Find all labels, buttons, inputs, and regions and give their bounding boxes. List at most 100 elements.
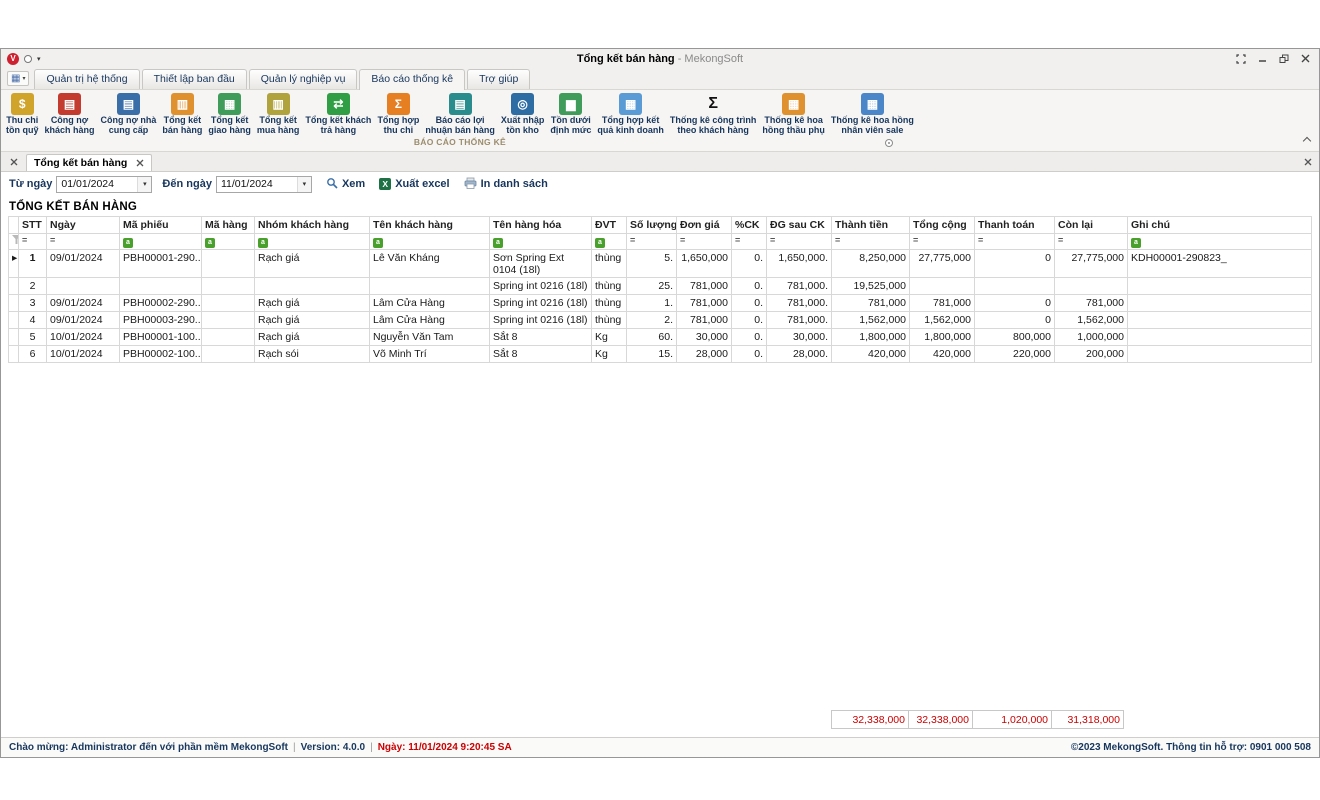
- cell-nhom_kh[interactable]: Rạch giá: [255, 329, 370, 346]
- cell-ten_kh[interactable]: Lâm Cửa Hàng: [370, 312, 490, 329]
- cell-con_lai[interactable]: 1,562,000: [1055, 312, 1128, 329]
- cell-ghi_chu[interactable]: [1128, 329, 1312, 346]
- cell-ma_phieu[interactable]: PBH00003-290...: [120, 312, 202, 329]
- cell-nhom_kh[interactable]: Rạch giá: [255, 312, 370, 329]
- cell-don_gia[interactable]: 781,000: [677, 278, 732, 295]
- column-header-ma_phieu[interactable]: Mã phiếu: [120, 217, 202, 234]
- cell-tong_cong[interactable]: 420,000: [910, 346, 975, 363]
- calendar-dropdown-icon[interactable]: ▾: [137, 177, 151, 192]
- cell-don_gia[interactable]: 1,650,000: [677, 250, 732, 278]
- below-minimum-stock-button[interactable]: ▆Tồn dưới định mức: [547, 92, 594, 136]
- filter-cell-ngay[interactable]: =: [47, 234, 120, 250]
- cell-ten_kh[interactable]: Nguyễn Văn Tam: [370, 329, 490, 346]
- menu-tab-3[interactable]: Báo cáo thống kê: [359, 69, 465, 90]
- filter-cell-dg_sau_ck[interactable]: =: [767, 234, 832, 250]
- column-header-ma_hang[interactable]: Mã hàng: [202, 217, 255, 234]
- filter-cell-tong_cong[interactable]: =: [910, 234, 975, 250]
- cell-ma_phieu[interactable]: PBH00001-290...: [120, 250, 202, 278]
- purchase-summary-button[interactable]: ▥Tổng kết mua hàng: [254, 92, 303, 136]
- cell-tong_cong[interactable]: [910, 278, 975, 295]
- cell-ngay[interactable]: 10/01/2024: [47, 346, 120, 363]
- business-results-summary-button[interactable]: ▦Tổng hợp kết quả kinh doanh: [594, 92, 667, 136]
- cell-so_luong[interactable]: 60.: [627, 329, 677, 346]
- cell-so_luong[interactable]: 2.: [627, 312, 677, 329]
- cell-dg_sau_ck[interactable]: 781,000.: [767, 278, 832, 295]
- cell-ma_hang[interactable]: [202, 329, 255, 346]
- cell-ma_phieu[interactable]: PBH00002-100...: [120, 346, 202, 363]
- inventory-in-out-button[interactable]: ◎Xuất nhập tồn kho: [498, 92, 548, 136]
- column-header-thanh_tien[interactable]: Thành tiền: [832, 217, 910, 234]
- cell-ngay[interactable]: 09/01/2024: [47, 250, 120, 278]
- column-header-so_luong[interactable]: Số lượng: [627, 217, 677, 234]
- filter-cell-dvt[interactable]: a: [592, 234, 627, 250]
- filter-cell-ten_kh[interactable]: a: [370, 234, 490, 250]
- column-header-don_gia[interactable]: Đơn giá: [677, 217, 732, 234]
- filter-edit-cell[interactable]: [9, 234, 19, 250]
- cell-ten_kh[interactable]: Lê Văn Kháng: [370, 250, 490, 278]
- cell-thanh_toan[interactable]: 0: [975, 295, 1055, 312]
- cell-so_luong[interactable]: 15.: [627, 346, 677, 363]
- cell-tong_cong[interactable]: 27,775,000: [910, 250, 975, 278]
- cell-ma_hang[interactable]: [202, 346, 255, 363]
- cell-tong_cong[interactable]: 1,800,000: [910, 329, 975, 346]
- filter-cell-thanh_toan[interactable]: =: [975, 234, 1055, 250]
- cell-stt[interactable]: 3: [19, 295, 47, 312]
- grid-menu-button[interactable]: ▦ ▾: [7, 71, 29, 86]
- cell-con_lai[interactable]: 200,000: [1055, 346, 1128, 363]
- cell-thanh_toan[interactable]: 220,000: [975, 346, 1055, 363]
- column-header-ck[interactable]: %CK: [732, 217, 767, 234]
- cell-ma_hang[interactable]: [202, 312, 255, 329]
- view-button[interactable]: Xem: [326, 177, 365, 192]
- cell-ma_phieu[interactable]: PBH00001-100...: [120, 329, 202, 346]
- cell-ngay[interactable]: 10/01/2024: [47, 329, 120, 346]
- cell-ten_hang[interactable]: Sắt 8: [490, 329, 592, 346]
- cell-ck[interactable]: 0.: [732, 312, 767, 329]
- cell-ghi_chu[interactable]: [1128, 295, 1312, 312]
- from-date-input[interactable]: 01/01/2024 ▾: [56, 176, 152, 193]
- minimize-button[interactable]: [1258, 54, 1267, 63]
- cell-dg_sau_ck[interactable]: 28,000.: [767, 346, 832, 363]
- filter-cell-stt[interactable]: =: [19, 234, 47, 250]
- column-header-ten_hang[interactable]: Tên hàng hóa: [490, 217, 592, 234]
- filter-cell-ck[interactable]: =: [732, 234, 767, 250]
- cell-dvt[interactable]: thùng: [592, 295, 627, 312]
- cell-ten_hang[interactable]: Spring int 0216 (18l): [490, 278, 592, 295]
- cell-nhom_kh[interactable]: Rạch sói: [255, 346, 370, 363]
- print-button[interactable]: In danh sách: [464, 177, 548, 192]
- cell-ten_hang[interactable]: Sắt 8: [490, 346, 592, 363]
- cell-con_lai[interactable]: 781,000: [1055, 295, 1128, 312]
- calendar-dropdown-icon[interactable]: ▾: [297, 177, 311, 192]
- fullscreen-button[interactable]: [1236, 54, 1246, 64]
- cell-ma_hang[interactable]: [202, 295, 255, 312]
- cell-ten_kh[interactable]: Võ Minh Trí: [370, 346, 490, 363]
- menu-tab-4[interactable]: Trợ giúp: [467, 69, 530, 89]
- cell-ten_kh[interactable]: Lâm Cửa Hàng: [370, 295, 490, 312]
- sales-rep-commission-stats-button[interactable]: ▦Thống kê hoa hồng nhân viên sale: [828, 92, 917, 136]
- customer-debt-button[interactable]: ▤Công nợ khách hàng: [42, 92, 98, 136]
- filter-cell-ten_hang[interactable]: a: [490, 234, 592, 250]
- column-header-tong_cong[interactable]: Tổng cộng: [910, 217, 975, 234]
- cell-ngay[interactable]: 09/01/2024: [47, 312, 120, 329]
- cell-con_lai[interactable]: 27,775,000: [1055, 250, 1128, 278]
- cell-ghi_chu[interactable]: [1128, 278, 1312, 295]
- filter-cell-ma_phieu[interactable]: a: [120, 234, 202, 250]
- cell-stt[interactable]: 6: [19, 346, 47, 363]
- cell-ten_hang[interactable]: Sơn Spring Ext 0104 (18l): [490, 250, 592, 278]
- sales-summary-button[interactable]: ▥Tổng kết bán hàng: [159, 92, 205, 136]
- cell-thanh_tien[interactable]: 1,800,000: [832, 329, 910, 346]
- cell-dg_sau_ck[interactable]: 781,000.: [767, 312, 832, 329]
- close-button[interactable]: [1301, 54, 1310, 63]
- project-stats-by-customer-button[interactable]: ΣThống kê công trình theo khách hàng: [667, 92, 760, 136]
- document-tab[interactable]: Tổng kết bán hàng: [26, 154, 152, 171]
- cell-ghi_chu[interactable]: [1128, 312, 1312, 329]
- cell-don_gia[interactable]: 28,000: [677, 346, 732, 363]
- column-header-dvt[interactable]: ĐVT: [592, 217, 627, 234]
- cell-thanh_tien[interactable]: 1,562,000: [832, 312, 910, 329]
- filter-cell-ghi_chu[interactable]: a: [1128, 234, 1312, 250]
- column-header-ten_kh[interactable]: Tên khách hàng: [370, 217, 490, 234]
- close-document-button[interactable]: [1301, 155, 1315, 169]
- column-header-thanh_toan[interactable]: Thanh toán: [975, 217, 1055, 234]
- cell-stt[interactable]: 2: [19, 278, 47, 295]
- column-header-con_lai[interactable]: Còn lại: [1055, 217, 1128, 234]
- cell-ten_hang[interactable]: Spring int 0216 (18l): [490, 312, 592, 329]
